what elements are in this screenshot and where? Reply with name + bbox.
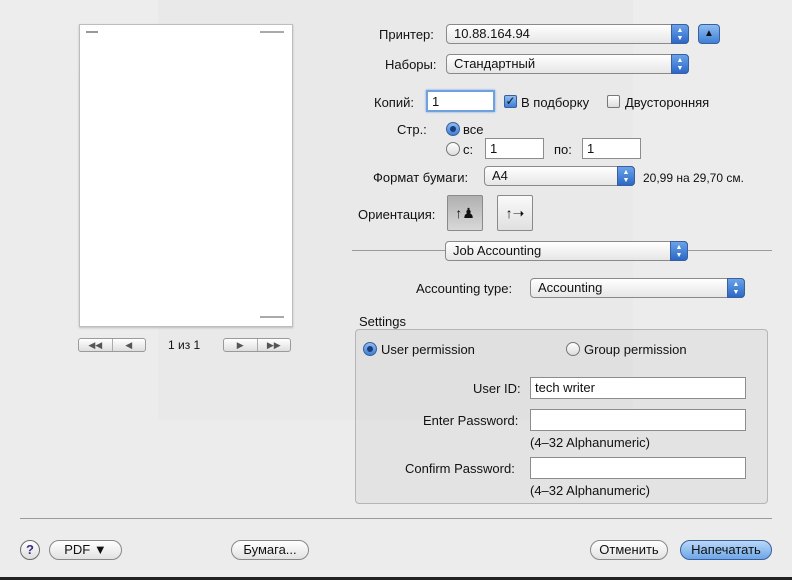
pages-all-radio[interactable] (446, 122, 460, 136)
accounting-type-label: Accounting type: (416, 281, 513, 296)
printer-value: 10.88.164.94 (454, 26, 530, 41)
preview-header-left (86, 31, 98, 33)
enter-password-input[interactable] (530, 409, 746, 431)
copies-input[interactable]: 1 (426, 90, 495, 112)
preview-forward-buttons[interactable]: ▶ ▶▶ (223, 338, 291, 352)
presets-label: Наборы: (385, 57, 437, 72)
page-indicator: 1 из 1 (168, 338, 201, 352)
print-button[interactable]: Напечатать (680, 540, 772, 560)
confirm-password-hint: (4–32 Alphanumeric) (530, 483, 650, 498)
pages-to-label: по: (554, 142, 572, 157)
group-permission-label: Group permission (584, 342, 687, 357)
popup-arrows-icon: ▲ ▼ (727, 278, 745, 298)
panel-popup[interactable]: Job Accounting ▲ ▼ (445, 241, 688, 261)
last-page-button[interactable]: ▶▶ (256, 339, 291, 351)
print-dialog: ◀◀ ◀ 1 из 1 ▶ ▶▶ Принтер: 10.88.164.94 ▲… (0, 0, 792, 580)
next-page-button[interactable]: ▶ (224, 339, 257, 351)
orientation-portrait-button[interactable]: ↑♟ (447, 195, 483, 231)
prev-page-button[interactable]: ◀ (111, 339, 146, 351)
orientation-label: Ориентация: (358, 207, 436, 222)
presets-value: Стандартный (454, 56, 536, 71)
help-button[interactable]: ? (20, 540, 40, 560)
user-id-label: User ID: (473, 381, 521, 396)
confirm-password-input[interactable] (530, 457, 746, 479)
accounting-type-value: Accounting (538, 280, 603, 295)
pages-range-radio[interactable] (446, 142, 460, 156)
group-permission-radio[interactable] (566, 342, 580, 356)
paper-size-label: Формат бумаги: (373, 170, 469, 185)
copies-label: Копий: (374, 95, 414, 110)
accounting-type-popup[interactable]: Accounting ▲ ▼ (530, 278, 745, 298)
footer-divider (20, 518, 772, 519)
question-icon: ? (26, 542, 34, 557)
paper-dimensions: 20,99 на 29,70 см. (643, 171, 744, 185)
settings-title: Settings (359, 314, 406, 329)
preview-header-right (260, 31, 284, 33)
collapse-details-button[interactable]: ▲ (698, 24, 720, 44)
preview-back-buttons[interactable]: ◀◀ ◀ (78, 338, 146, 352)
orientation-landscape-button[interactable]: ↑➝ (497, 195, 533, 231)
popup-arrows-icon: ▲ ▼ (617, 166, 635, 186)
first-page-button[interactable]: ◀◀ (79, 339, 112, 351)
preview-footer (260, 316, 284, 318)
pages-from-label: с: (463, 142, 474, 157)
popup-arrows-icon: ▲ ▼ (670, 241, 688, 261)
triangle-up-icon: ▲ (704, 28, 714, 39)
paper-size-popup[interactable]: A4 ▲ ▼ (484, 166, 635, 186)
paper-setup-button[interactable]: Бумага... (231, 540, 309, 560)
confirm-password-label: Confirm Password: (405, 461, 515, 476)
cancel-button[interactable]: Отменить (590, 540, 668, 560)
collated-label: В подборку (521, 95, 590, 110)
user-permission-radio[interactable] (363, 342, 377, 356)
pages-all-label: все (463, 122, 484, 137)
portrait-person-icon: ↑♟ (455, 205, 475, 221)
duplex-label: Двусторонняя (625, 95, 710, 110)
panel-value: Job Accounting (453, 243, 542, 258)
enter-password-hint: (4–32 Alphanumeric) (530, 435, 650, 450)
popup-arrows-icon: ▲ ▼ (671, 54, 689, 74)
printer-label: Принтер: (379, 27, 434, 42)
paper-size-value: A4 (492, 168, 508, 183)
pdf-menu-button[interactable]: PDF ▼ (49, 540, 122, 560)
pages-from-input[interactable]: 1 (485, 138, 544, 159)
landscape-person-icon: ↑➝ (505, 205, 525, 221)
popup-arrows-icon: ▲ ▼ (671, 24, 689, 44)
user-id-input[interactable]: tech writer (530, 377, 746, 399)
printer-popup[interactable]: 10.88.164.94 ▲ ▼ (446, 24, 689, 44)
page-preview (79, 24, 293, 327)
collated-checkbox[interactable]: ✓ (504, 95, 517, 108)
duplex-checkbox[interactable] (607, 95, 620, 108)
pages-to-input[interactable]: 1 (582, 138, 641, 159)
pages-label: Стр.: (397, 122, 427, 137)
user-permission-label: User permission (381, 342, 475, 357)
enter-password-label: Enter Password: (423, 413, 519, 428)
presets-popup[interactable]: Стандартный ▲ ▼ (446, 54, 689, 74)
